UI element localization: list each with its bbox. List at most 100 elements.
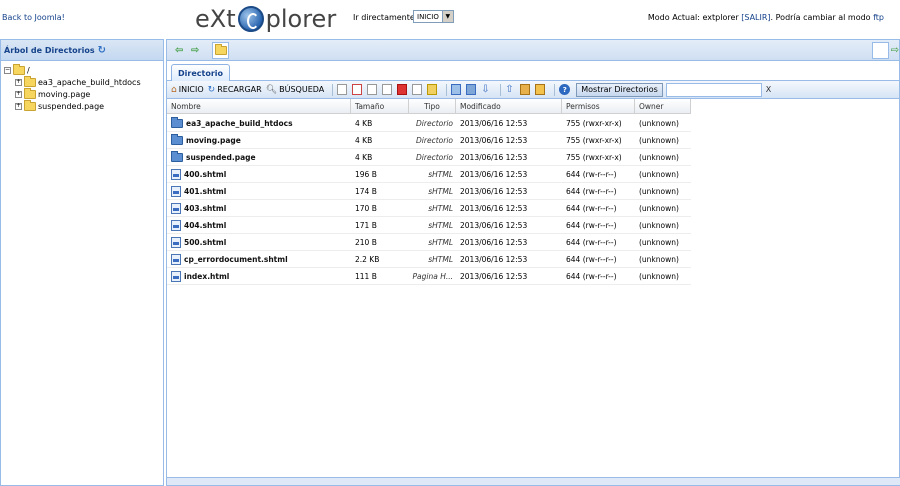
- upload-icon[interactable]: ⇧: [505, 84, 515, 95]
- tree-panel-header: Árbol de Directorios ↻: [1, 40, 163, 61]
- file-owner-cell: (unknown): [635, 183, 691, 199]
- file-size-cell-text: 4 KB: [355, 135, 373, 145]
- search-button[interactable]: 🔍︎ BÚSQUEDA: [266, 85, 325, 95]
- file-name-cell-text: cp_errordocument.shtml: [184, 254, 288, 264]
- directory-tree-panel: Árbol de Directorios ↻ − / + ea3_apache_…: [0, 39, 164, 486]
- reload-button[interactable]: ↻ RECARGAR: [208, 85, 262, 95]
- home-button[interactable]: ⌂ INICIO: [171, 85, 204, 95]
- file-modified-cell-text: 2013/06/16 12:53: [460, 186, 528, 196]
- expand-icon[interactable]: +: [15, 78, 22, 86]
- go-arrow-icon[interactable]: ⇨: [891, 45, 899, 56]
- view-icon[interactable]: [451, 84, 462, 95]
- file-permissions-cell: 755 (rwxr-xr-x): [562, 149, 635, 165]
- file-owner-cell: (unknown): [635, 149, 691, 165]
- expand-icon[interactable]: +: [15, 90, 22, 98]
- current-folder-button[interactable]: [212, 42, 229, 59]
- file-type-cell: Directorio: [409, 149, 456, 165]
- address-box[interactable]: [872, 42, 889, 59]
- file-size-cell-text: 111 B: [355, 271, 377, 281]
- copy-icon[interactable]: [367, 84, 378, 95]
- file-modified-cell-text: 2013/06/16 12:53: [460, 271, 528, 281]
- table-row[interactable]: 400.shtml 196 B sHTML 2013/06/16 12:53 644 (…: [167, 166, 691, 183]
- table-row[interactable]: 404.shtml 171 B sHTML 2013/06/16 12:53 644 (…: [167, 217, 691, 234]
- toolbar-separator: [332, 83, 334, 96]
- column-header-modified[interactable]: Modificado: [456, 99, 562, 114]
- file-icon: [171, 219, 181, 231]
- ftp-mode-link[interactable]: ftp: [873, 13, 884, 22]
- jump-to-select[interactable]: INICIO ▼: [413, 10, 454, 23]
- file-size-cell: 174 B: [351, 183, 409, 199]
- file-modified-cell: 2013/06/16 12:53: [456, 183, 562, 199]
- extract-icon[interactable]: [535, 84, 546, 95]
- chmod-icon[interactable]: [427, 84, 438, 95]
- column-header-name[interactable]: Nombre: [167, 99, 351, 114]
- column-header-type[interactable]: Tipo: [409, 99, 456, 114]
- file-size-cell-text: 4 KB: [355, 118, 373, 128]
- forward-arrow-icon[interactable]: ⇨: [191, 45, 199, 56]
- table-row[interactable]: 500.shtml 210 B sHTML 2013/06/16 12:53 644 (…: [167, 234, 691, 251]
- table-row[interactable]: index.html 111 B Pagina H... 2013/06/16 12:…: [167, 268, 691, 285]
- logout-link[interactable]: [SALIR]: [741, 13, 770, 22]
- file-type-cell: sHTML: [409, 217, 456, 233]
- tree-item-suspended[interactable]: + suspended.page: [15, 99, 105, 112]
- file-grid: ea3_apache_build_htdocs 4 KB Directorio 201…: [167, 115, 691, 285]
- edit-file-icon[interactable]: [352, 84, 363, 95]
- search-icon: 🔍︎: [265, 84, 278, 95]
- expand-icon[interactable]: +: [15, 102, 22, 110]
- file-owner-cell-text: (unknown): [639, 254, 679, 264]
- table-row[interactable]: ea3_apache_build_htdocs 4 KB Directorio 201…: [167, 115, 691, 132]
- file-owner-cell-text: (unknown): [639, 152, 679, 162]
- file-modified-cell: 2013/06/16 12:53: [456, 234, 562, 250]
- file-name-cell: ea3_apache_build_htdocs: [167, 115, 351, 131]
- file-type-cell-text: sHTML: [428, 203, 453, 213]
- table-row[interactable]: cp_errordocument.shtml 2.2 KB sHTML 2013/06…: [167, 251, 691, 268]
- refresh-tree-icon[interactable]: ↻: [98, 45, 106, 56]
- rename-icon[interactable]: [412, 84, 423, 95]
- file-name-cell-text: 401.shtml: [184, 186, 227, 196]
- show-directories-button[interactable]: Mostrar Directorios: [576, 82, 663, 97]
- file-owner-cell-text: (unknown): [639, 169, 679, 179]
- mode-status: Modo Actual: extplorer [SALIR]. Podría c…: [648, 13, 884, 22]
- file-icon: [171, 168, 181, 180]
- column-header-size[interactable]: Tamaño: [351, 99, 409, 114]
- toolbar: ⌂ INICIO ↻ RECARGAR 🔍︎ BÚSQUEDA ⇩ ⇧ ? Mo…: [167, 81, 899, 99]
- file-icon: [171, 202, 181, 214]
- tab-directorio[interactable]: Directorio: [171, 64, 230, 81]
- paste-icon[interactable]: [382, 84, 393, 95]
- delete-icon[interactable]: [397, 84, 408, 95]
- details-icon[interactable]: [466, 84, 477, 95]
- column-header-owner[interactable]: Owner: [635, 99, 691, 114]
- back-to-joomla-link[interactable]: Back to Joomla!: [2, 13, 65, 22]
- table-row[interactable]: 401.shtml 174 B sHTML 2013/06/16 12:53 644 (…: [167, 183, 691, 200]
- table-row[interactable]: 403.shtml 170 B sHTML 2013/06/16 12:53 644 (…: [167, 200, 691, 217]
- file-type-cell: Directorio: [409, 115, 456, 131]
- tree-root[interactable]: − /: [4, 63, 30, 76]
- file-list-panel: ⇦ ⇨ ⇨ Directorio ⌂ INICIO ↻ RECARGAR 🔍︎ …: [166, 39, 900, 486]
- file-modified-cell-text: 2013/06/16 12:53: [460, 203, 528, 213]
- collapse-icon[interactable]: −: [4, 66, 11, 74]
- folder-icon: [24, 99, 36, 111]
- file-permissions-cell-text: 644 (rw-r--r--): [566, 220, 617, 230]
- filter-input[interactable]: [665, 82, 762, 97]
- back-arrow-icon[interactable]: ⇦: [175, 45, 183, 56]
- file-name-cell-text: 404.shtml: [184, 220, 227, 230]
- reload-icon: ↻: [207, 84, 216, 95]
- tree-item-ea3[interactable]: + ea3_apache_build_htdocs: [15, 75, 141, 88]
- tab-strip: Directorio: [167, 61, 899, 81]
- table-row[interactable]: suspended.page 4 KB Directorio 2013/06/16 1…: [167, 149, 691, 166]
- tree-item-label: suspended.page: [38, 101, 105, 111]
- file-permissions-cell-text: 644 (rw-r--r--): [566, 169, 617, 179]
- archive-icon[interactable]: [520, 84, 531, 95]
- file-type-cell-text: sHTML: [428, 169, 453, 179]
- download-icon[interactable]: ⇩: [481, 84, 491, 95]
- file-modified-cell: 2013/06/16 12:53: [456, 149, 562, 165]
- help-icon[interactable]: ?: [559, 84, 571, 95]
- file-owner-cell-text: (unknown): [639, 186, 679, 196]
- table-row[interactable]: moving.page 4 KB Directorio 2013/06/16 12:5…: [167, 132, 691, 149]
- clear-filter-button[interactable]: X: [766, 85, 771, 94]
- file-size-cell: 2.2 KB: [351, 251, 409, 267]
- new-file-icon[interactable]: [337, 84, 348, 95]
- file-modified-cell-text: 2013/06/16 12:53: [460, 152, 528, 162]
- column-header-permissions[interactable]: Permisos: [562, 99, 635, 114]
- tree-item-moving[interactable]: + moving.page: [15, 87, 90, 100]
